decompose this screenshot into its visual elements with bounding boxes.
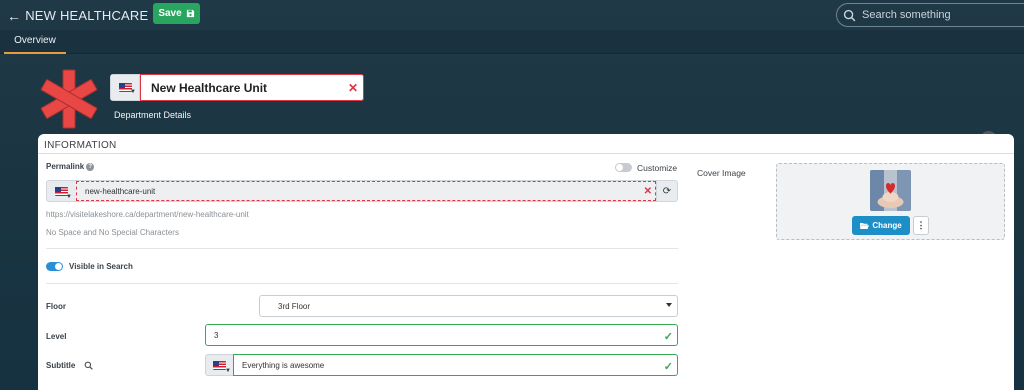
permalink-field: ▼ new-healthcare-unit ✕ ⟳ (46, 180, 678, 202)
floor-select[interactable]: 3rd Floor (259, 295, 678, 317)
vertical-dots-icon[interactable]: ⋮ (913, 216, 929, 235)
change-image-button[interactable]: Change (852, 216, 910, 235)
folder-open-icon (860, 222, 870, 229)
level-input[interactable]: 3 ✓ (205, 324, 678, 346)
caret-down-icon (666, 303, 672, 307)
department-details-label: Department Details (114, 110, 192, 120)
permalink-language-selector[interactable]: ▼ (47, 181, 76, 201)
section-title: INFORMATION (44, 140, 117, 151)
cover-image-thumbnail (870, 170, 911, 211)
caret-down-icon: ▼ (66, 194, 72, 200)
unit-name-field: ▼ New Healthcare Unit ✕ (110, 74, 364, 101)
permalink-url: https://visitelakeshore.ca/department/ne… (46, 210, 249, 219)
check-icon: ✓ (663, 361, 673, 373)
subtitle-label: Subtitle (46, 361, 93, 371)
search-box[interactable] (836, 3, 1024, 27)
floppy-disk-icon (186, 9, 194, 18)
refresh-icon[interactable]: ⟳ (656, 181, 677, 201)
floor-label: Floor (46, 302, 66, 311)
top-bar: ← NEW HEALTHCARE UNIT Save (0, 0, 1024, 30)
question-icon[interactable]: ? (86, 162, 95, 171)
section-divider (38, 153, 1014, 154)
information-card: INFORMATION Permalink? Customize ▼ new-h… (38, 134, 1014, 390)
subtitle-input[interactable]: Everything is awesome ✓ (233, 354, 678, 376)
search-input[interactable] (862, 9, 1012, 21)
permalink-label: Permalink? (46, 162, 95, 171)
caret-down-icon: ▼ (130, 89, 136, 95)
visible-in-search-label: Visible in Search (69, 262, 133, 271)
check-icon: ✓ (663, 331, 673, 343)
tab-bar: Overview (0, 30, 1024, 54)
unit-name-input[interactable]: New Healthcare Unit ✕ (140, 74, 364, 101)
divider (46, 248, 678, 249)
permalink-input[interactable]: new-healthcare-unit ✕ (76, 181, 656, 201)
close-icon[interactable]: ✕ (348, 81, 358, 95)
permalink-hint: No Space and No Special Characters (46, 228, 179, 237)
cover-image-dropzone[interactable]: Change ⋮ (776, 163, 1005, 240)
visible-in-search-toggle[interactable] (46, 262, 63, 271)
arrow-left-icon[interactable]: ← (7, 9, 21, 23)
save-button[interactable]: Save (153, 3, 200, 24)
level-label: Level (46, 332, 67, 341)
close-icon[interactable]: ✕ (644, 186, 652, 197)
customize-label: Customize (637, 163, 678, 173)
caret-down-icon: ▼ (225, 368, 231, 374)
search-icon[interactable] (84, 361, 93, 371)
red-asterisk-star-icon (40, 69, 98, 129)
search-icon (843, 9, 856, 21)
tab-overview[interactable]: Overview (4, 35, 66, 54)
subtitle-language-selector[interactable]: ▼ (205, 354, 234, 376)
divider (46, 283, 678, 284)
customize-toggle[interactable] (615, 163, 632, 172)
cover-image-label: Cover Image (697, 168, 746, 178)
language-selector[interactable]: ▼ (111, 75, 140, 100)
